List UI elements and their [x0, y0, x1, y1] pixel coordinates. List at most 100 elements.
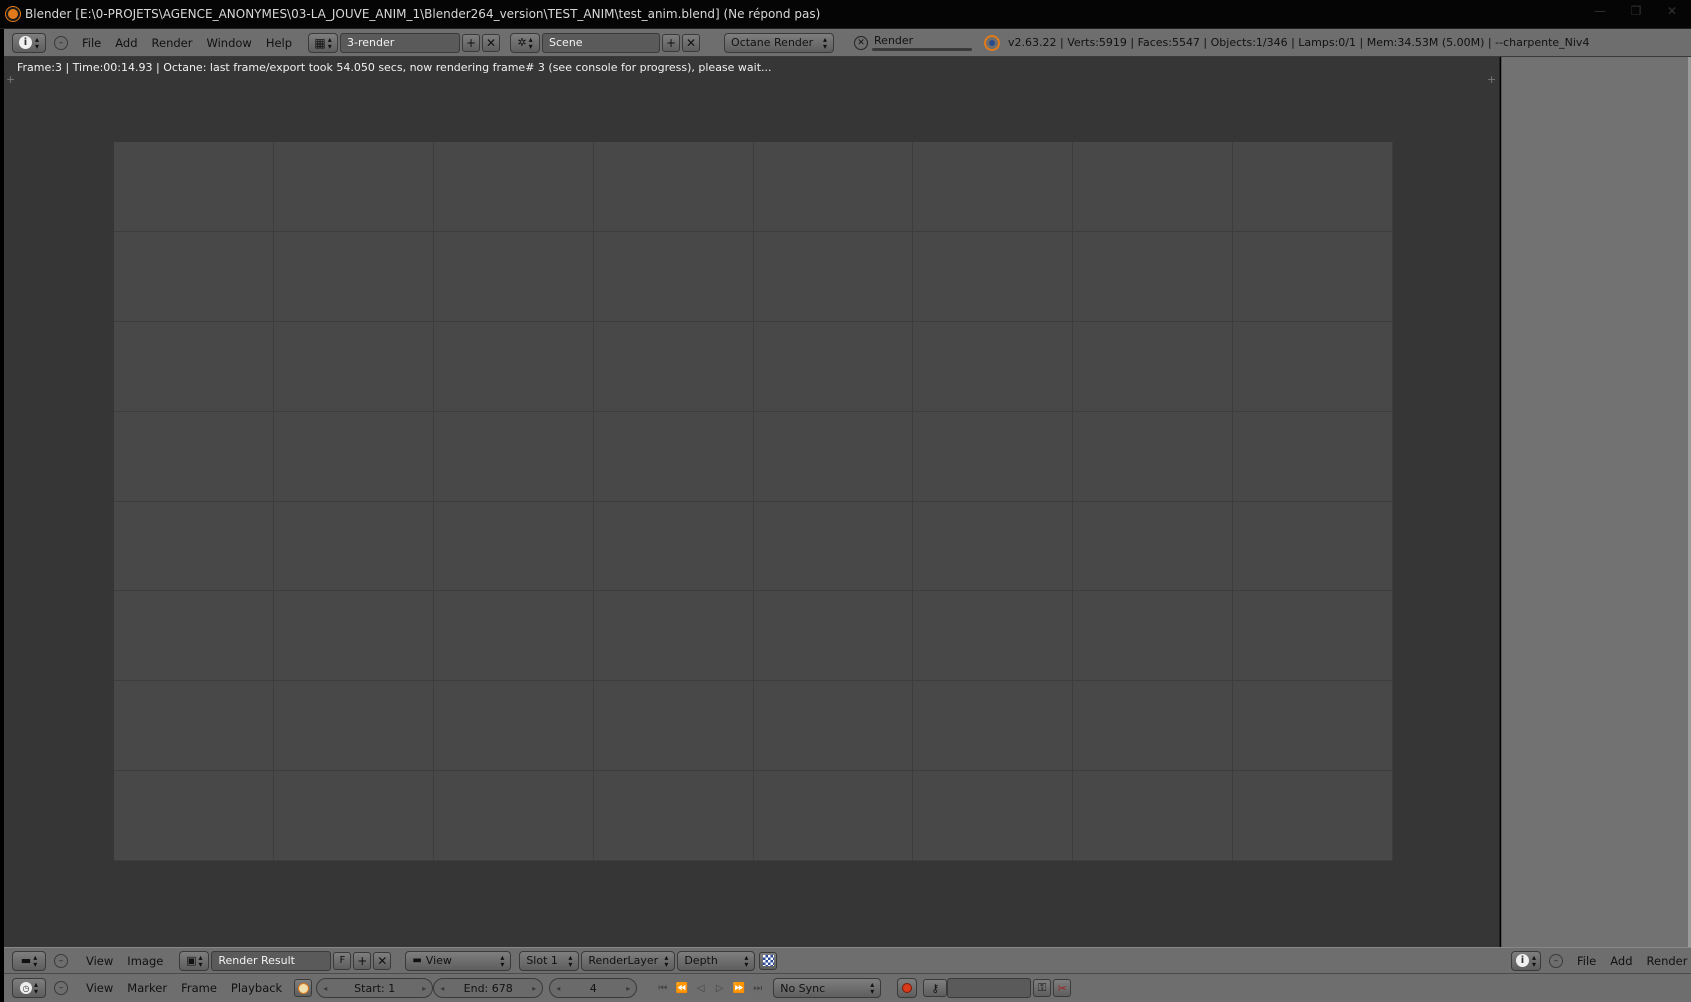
keying-set-browse[interactable]: ⚷	[923, 979, 948, 997]
menu-help[interactable]: Help	[266, 36, 292, 50]
right-arrow-icon[interactable]: ▸	[532, 984, 536, 993]
screen-layout-name[interactable]: 3-render	[340, 32, 461, 53]
render-tile	[754, 591, 913, 681]
menu-file[interactable]: File	[82, 36, 101, 50]
collapse-menus-icon[interactable]: –	[54, 35, 68, 50]
render-tile	[594, 681, 754, 771]
render-pass-dropdown[interactable]: Depth ▴ ▾	[677, 950, 756, 971]
use-preview-range-button[interactable]	[294, 979, 313, 997]
right-arrow-icon[interactable]: ▸	[422, 984, 426, 993]
clock-icon: ◷	[19, 982, 32, 994]
menu-add[interactable]: Add	[1610, 954, 1632, 968]
add-scene-button[interactable]: +	[662, 33, 681, 52]
render-tile	[114, 502, 274, 591]
jump-start-icon[interactable]: ⏮	[653, 979, 672, 997]
menu-view[interactable]: View	[86, 981, 113, 995]
render-engine-dropdown[interactable]: Octane Render ▴ ▾	[724, 32, 835, 53]
window-controls: — ❐ ✕	[1589, 4, 1683, 18]
menu-file[interactable]: File	[1577, 954, 1596, 968]
close-icon: ✕	[486, 35, 497, 50]
editor-type-selector[interactable]: i ▴ ▾	[12, 32, 46, 53]
menu-frame[interactable]: Frame	[181, 981, 217, 995]
area-split-corner-icon[interactable]: +	[6, 73, 15, 86]
render-tile	[114, 681, 274, 771]
view-mode-label: View	[425, 954, 452, 967]
collapse-menus-icon[interactable]: –	[54, 981, 68, 995]
menu-view[interactable]: View	[86, 954, 113, 968]
render-tile	[274, 502, 434, 591]
next-keyframe-icon[interactable]: ⏩	[729, 979, 748, 997]
play-icon[interactable]: ▷	[710, 979, 729, 997]
active-keying-set-field[interactable]	[947, 978, 1032, 998]
editor-type-selector[interactable]: ◷ ▴ ▾	[12, 978, 46, 998]
delete-screen-button[interactable]: ✕	[482, 33, 501, 52]
screen-layout-icon: ▦	[314, 35, 326, 50]
right-side-area	[1501, 57, 1691, 947]
start-frame-field[interactable]: ◂ Start: 1 ▸	[316, 978, 434, 998]
play-reverse-icon[interactable]: ◁	[691, 979, 710, 997]
image-name-field[interactable]: Render Result	[211, 950, 332, 971]
alpha-display-button[interactable]	[759, 951, 778, 970]
render-pass-label: Depth	[684, 954, 718, 967]
scene-browse[interactable]: ✲ ▴ ▾	[510, 32, 541, 53]
menu-window[interactable]: Window	[206, 36, 251, 50]
key-insert-icon: ⚿	[1038, 981, 1047, 994]
sync-mode-dropdown[interactable]: No Sync ▴ ▾	[773, 978, 882, 998]
render-tile	[754, 681, 913, 771]
left-arrow-icon[interactable]: ◂	[440, 984, 444, 993]
insert-keyframe-button[interactable]: ⚿	[1033, 979, 1052, 997]
delete-scene-button[interactable]: ✕	[682, 33, 701, 52]
fake-user-button[interactable]: F	[333, 951, 352, 970]
minimize-icon[interactable]: —	[1589, 4, 1611, 18]
collapse-menus-icon[interactable]: –	[1549, 953, 1563, 968]
menu-add[interactable]: Add	[115, 36, 137, 50]
render-tile	[913, 771, 1073, 861]
render-tile	[274, 771, 434, 861]
left-arrow-icon[interactable]: ◂	[556, 984, 560, 993]
menu-image[interactable]: Image	[127, 954, 163, 968]
right-area-header: i ▴ ▾ – File Add Render	[1501, 947, 1691, 973]
scene-name[interactable]: Scene	[542, 32, 661, 53]
previous-keyframe-icon[interactable]: ⏪	[672, 979, 691, 997]
render-tile	[434, 681, 594, 771]
menu-render[interactable]: Render	[1647, 954, 1688, 968]
editor-type-selector[interactable]: ▬ ▴ ▾	[12, 950, 46, 971]
delete-keyframe-button[interactable]: ✂	[1053, 979, 1072, 997]
image-browse[interactable]: ▣ ▴ ▾	[179, 950, 210, 971]
end-frame-field[interactable]: ◂ End: 678 ▸	[433, 978, 544, 998]
render-result-image[interactable]	[114, 142, 1393, 861]
render-layer-dropdown[interactable]: RenderLayer ▴ ▾	[581, 950, 676, 971]
record-icon	[902, 983, 913, 993]
window-title: Blender [E:\0-PROJETS\AGENCE_ANONYMES\03…	[25, 7, 821, 21]
auto-keying-button[interactable]	[897, 978, 918, 998]
close-icon[interactable]: ✕	[1661, 4, 1683, 18]
area-split-corner-icon[interactable]: +	[1487, 73, 1496, 86]
up-down-arrows-icon: ▴ ▾	[664, 952, 669, 969]
jump-end-icon[interactable]: ⏭	[748, 979, 767, 997]
render-tile	[1073, 142, 1233, 232]
new-image-button[interactable]: +	[353, 951, 372, 970]
render-tile	[434, 412, 594, 502]
left-arrow-icon[interactable]: ◂	[323, 984, 327, 993]
editor-type-selector[interactable]: i ▴ ▾	[1511, 950, 1541, 971]
screen-layout-browse[interactable]: ▦ ▴ ▾	[308, 32, 339, 53]
unlink-image-button[interactable]: ✕	[373, 951, 392, 970]
menu-playback[interactable]: Playback	[231, 981, 282, 995]
right-arrow-icon[interactable]: ▸	[626, 984, 630, 993]
view-mode-dropdown[interactable]: ▬ View ▴ ▾	[405, 950, 512, 971]
render-tile	[274, 142, 434, 232]
render-tile	[1233, 232, 1393, 322]
close-icon: ✕	[377, 953, 388, 968]
render-tile	[1073, 591, 1233, 681]
slot-dropdown[interactable]: Slot 1 ▴ ▾	[519, 950, 580, 971]
render-tile	[1073, 681, 1233, 771]
menu-render[interactable]: Render	[152, 36, 193, 50]
render-progress-label: Render	[874, 33, 914, 47]
add-screen-button[interactable]: +	[462, 33, 481, 52]
menu-marker[interactable]: Marker	[127, 981, 167, 995]
maximize-icon[interactable]: ❐	[1625, 4, 1647, 18]
collapse-menus-icon[interactable]: –	[54, 953, 68, 968]
cancel-render-icon[interactable]: ✕	[854, 35, 869, 50]
render-tile	[1233, 142, 1393, 232]
current-frame-field[interactable]: ◂ 4 ▸	[549, 978, 638, 998]
